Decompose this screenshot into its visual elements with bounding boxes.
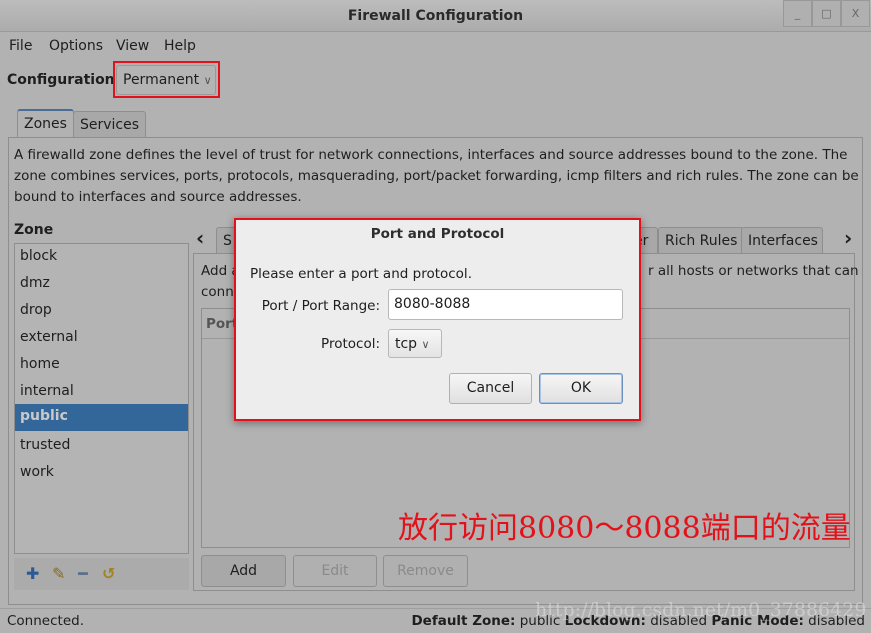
tab-interfaces[interactable]: Interfaces — [741, 227, 823, 253]
zone-item-external[interactable]: external — [15, 325, 188, 352]
cancel-button[interactable]: Cancel — [449, 373, 532, 404]
maximize-button[interactable]: □ — [812, 0, 841, 27]
chevron-left-icon[interactable]: ‹ — [196, 226, 204, 250]
chevron-down-icon: ∨ — [421, 338, 430, 351]
zone-item-block[interactable]: block — [15, 244, 188, 271]
configuration-value: Permanent — [123, 72, 200, 88]
ok-button[interactable]: OK — [539, 373, 623, 404]
annotation-text: 放行访问8080～8088端口的流量 — [398, 511, 851, 546]
port-protocol-dialog: Port and Protocol Please enter a port an… — [234, 218, 641, 421]
ports-description: r all hosts or networks that can — [648, 263, 859, 279]
port-label: Port / Port Range: — [261, 298, 380, 314]
menu-view[interactable]: View — [116, 38, 149, 54]
edit-button[interactable]: Edit — [293, 555, 377, 587]
protocol-label: Protocol: — [321, 336, 380, 352]
zone-item-home[interactable]: home — [15, 352, 188, 379]
close-button[interactable]: X — [841, 0, 870, 27]
chevron-down-icon: ∨ — [203, 74, 212, 87]
configuration-label: Configuration: — [7, 72, 121, 88]
zone-list: block dmz drop external home internal pu… — [14, 243, 189, 554]
watermark: http://blog.csdn.net/m0_37886429 — [535, 599, 867, 621]
connection-status: Connected. — [7, 613, 84, 629]
tab-services[interactable]: Services — [73, 111, 147, 137]
remove-button[interactable]: Remove — [383, 555, 468, 587]
menu-help[interactable]: Help — [164, 38, 196, 54]
zone-item-dmz[interactable]: dmz — [15, 271, 188, 298]
port-input[interactable]: 8080-8088 — [388, 289, 623, 320]
ports-description: conn — [201, 284, 234, 300]
zone-item-public[interactable]: public — [15, 404, 188, 431]
description-line: bound to interfaces and source addresses… — [14, 189, 302, 205]
protocol-select[interactable]: tcp ∨ — [388, 329, 442, 358]
default-zone-label: Default Zone: — [411, 613, 516, 629]
add-button[interactable]: Add — [201, 555, 286, 587]
protocol-value: tcp — [395, 336, 418, 352]
menu-options[interactable]: Options — [49, 38, 103, 54]
window-title: Firewall Configuration — [347, 8, 524, 24]
configuration-select[interactable]: Permanent ∨ — [116, 65, 216, 95]
dialog-title: Port and Protocol — [370, 226, 505, 242]
zone-toolbar: ✚ ✎ ━ ↺ — [14, 558, 189, 590]
load-defaults-icon[interactable]: ↺ — [102, 564, 115, 583]
tab-rich-rules[interactable]: Rich Rules — [658, 227, 745, 253]
menu-file[interactable]: File — [9, 38, 32, 54]
dialog-prompt: Please enter a port and protocol. — [250, 266, 472, 282]
zone-item-trusted[interactable]: trusted — [15, 433, 188, 460]
edit-zone-icon[interactable]: ✎ — [52, 564, 65, 583]
add-zone-icon[interactable]: ✚ — [26, 564, 39, 583]
zone-item-internal[interactable]: internal — [15, 379, 188, 406]
zone-item-work[interactable]: work — [15, 460, 188, 487]
zone-label: Zone — [14, 222, 54, 238]
description-line: A firewalld zone defines the level of tr… — [14, 147, 848, 163]
zone-item-drop[interactable]: drop — [15, 298, 188, 325]
chevron-right-icon[interactable]: › — [844, 226, 852, 250]
description-line: zone combines services, ports, protocols… — [14, 168, 859, 184]
title-bar: Firewall Configuration _ □ X — [0, 0, 871, 32]
minimize-button[interactable]: _ — [783, 0, 812, 27]
remove-zone-icon[interactable]: ━ — [78, 564, 88, 583]
tab-zones[interactable]: Zones — [17, 109, 74, 137]
